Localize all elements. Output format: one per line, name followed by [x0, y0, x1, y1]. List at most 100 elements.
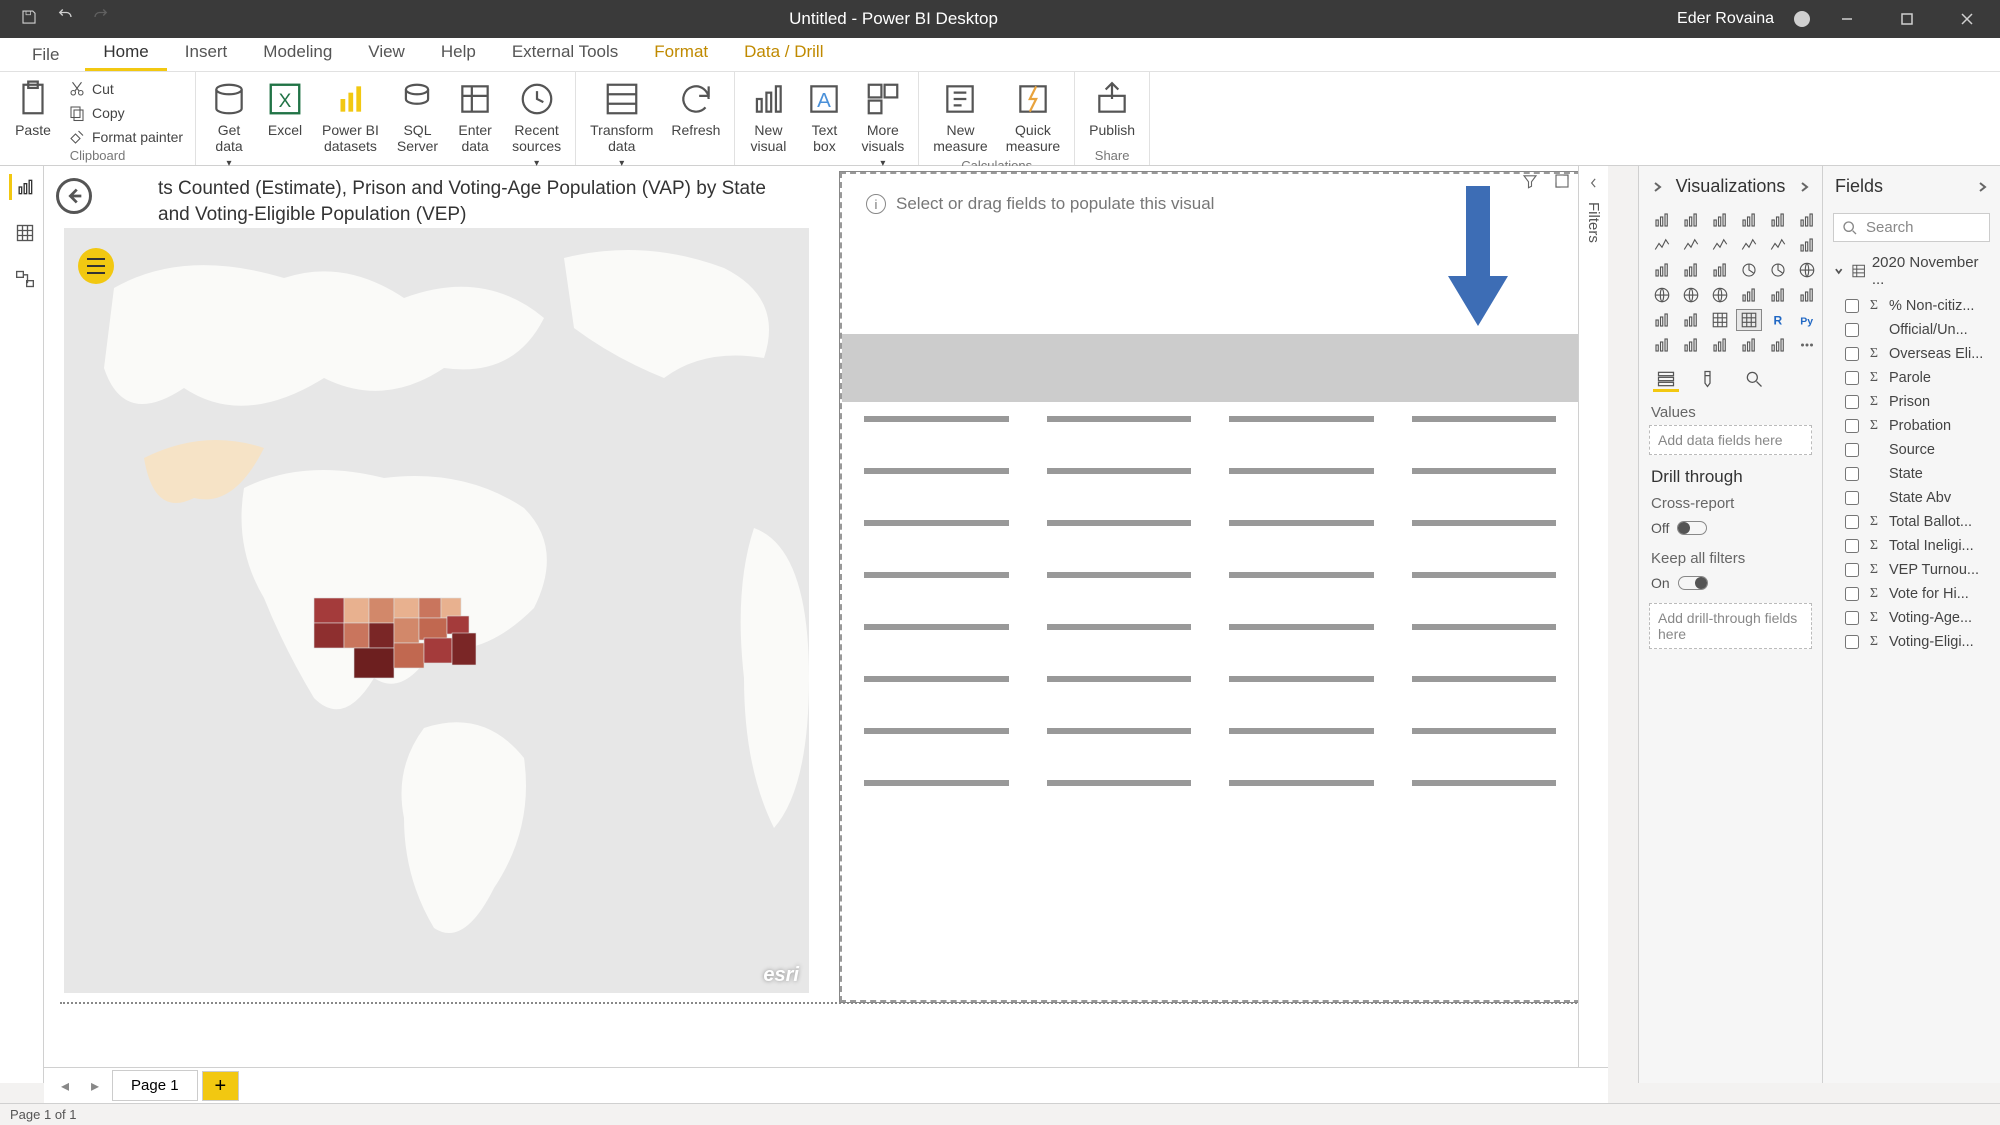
text-box-button[interactable]: AText box [799, 76, 849, 158]
viz-kpi[interactable] [1649, 309, 1675, 331]
filters-pane-collapsed[interactable]: Filters [1578, 166, 1608, 1083]
viz-waterfall[interactable] [1649, 259, 1675, 281]
field-overseas-eli---[interactable]: ΣOverseas Eli... [1823, 342, 2000, 366]
viz-r-visual[interactable]: R [1765, 309, 1791, 331]
viz-stacked-column[interactable] [1678, 209, 1704, 231]
keep-filters-toggle[interactable]: On [1639, 571, 1822, 595]
viz-slicer[interactable] [1678, 309, 1704, 331]
page-tab-1[interactable]: Page 1 [112, 1070, 198, 1101]
filter-icon[interactable] [1520, 172, 1540, 195]
user-name[interactable]: Eder Rovaina [1677, 10, 1774, 28]
format-painter-button[interactable]: Format painter [64, 126, 187, 148]
viz-decomp[interactable] [1678, 334, 1704, 356]
cross-report-toggle[interactable]: Off [1639, 516, 1822, 540]
tab-modeling[interactable]: Modeling [245, 36, 350, 71]
viz-arcgis[interactable] [1765, 334, 1791, 356]
tab-home[interactable]: Home [85, 36, 166, 71]
viz-100-bar[interactable] [1765, 209, 1791, 231]
viz-table[interactable] [1707, 309, 1733, 331]
paste-button[interactable]: Paste [8, 76, 58, 142]
viz-scatter[interactable] [1707, 259, 1733, 281]
page-prev[interactable]: ◂ [52, 1073, 78, 1099]
viz-treemap[interactable] [1794, 259, 1820, 281]
collapse-icon[interactable] [1651, 181, 1663, 193]
tab-view[interactable]: View [350, 36, 423, 71]
close-button[interactable] [1944, 12, 1990, 26]
viz-stacked-area[interactable] [1707, 234, 1733, 256]
tab-help[interactable]: Help [423, 36, 494, 71]
map-options-button[interactable] [78, 248, 114, 284]
viz-funnel[interactable] [1678, 259, 1704, 281]
avatar[interactable] [1794, 11, 1810, 27]
viz-clustered-bar[interactable] [1707, 209, 1733, 231]
field-source[interactable]: Source [1823, 438, 2000, 462]
field-prison[interactable]: ΣPrison [1823, 390, 2000, 414]
fields-search[interactable]: Search [1833, 213, 1990, 242]
tab-external-tools[interactable]: External Tools [494, 36, 636, 71]
enter-data-button[interactable]: Enter data [450, 76, 500, 158]
field-parole[interactable]: ΣParole [1823, 366, 2000, 390]
transform-data-button[interactable]: Transform data▾ [584, 76, 659, 174]
field-vote-for-hi---[interactable]: ΣVote for Hi... [1823, 582, 2000, 606]
model-view-icon[interactable] [9, 266, 35, 292]
excel-button[interactable]: XExcel [260, 76, 310, 142]
field-vep-turnou---[interactable]: ΣVEP Turnou... [1823, 558, 2000, 582]
format-tab-icon[interactable] [1697, 368, 1723, 392]
page-next[interactable]: ▸ [82, 1073, 108, 1099]
field-voting-eligi---[interactable]: ΣVoting-Eligi... [1823, 630, 2000, 654]
fields-tab-icon[interactable] [1653, 368, 1679, 392]
table-node[interactable]: 2020 November ... [1823, 248, 2000, 294]
field-voting-age---[interactable]: ΣVoting-Age... [1823, 606, 2000, 630]
viz-line[interactable] [1649, 234, 1675, 256]
save-icon[interactable] [20, 8, 38, 31]
new-visual-button[interactable]: New visual [743, 76, 793, 158]
viz-more[interactable] [1794, 334, 1820, 356]
values-well[interactable]: Add data fields here [1649, 425, 1812, 455]
report-view-icon[interactable] [9, 174, 35, 200]
viz-stacked-bar[interactable] [1649, 209, 1675, 231]
drill-through-well[interactable]: Add drill-through fields here [1649, 603, 1812, 649]
viz-100-column[interactable] [1794, 209, 1820, 231]
back-button[interactable] [56, 178, 92, 214]
chevron-right-icon[interactable] [1798, 181, 1810, 193]
focus-icon[interactable] [1552, 172, 1572, 195]
field-state-abv[interactable]: State Abv [1823, 486, 2000, 510]
analytics-tab-icon[interactable] [1741, 368, 1767, 392]
viz-area[interactable] [1678, 234, 1704, 256]
undo-icon[interactable] [56, 8, 74, 31]
viz-key-influencer[interactable] [1649, 334, 1675, 356]
tab-data-drill[interactable]: Data / Drill [726, 36, 841, 71]
viz-multi-card[interactable] [1794, 284, 1820, 306]
refresh-button[interactable]: Refresh [665, 76, 726, 142]
tab-insert[interactable]: Insert [167, 36, 246, 71]
file-tab[interactable]: File [14, 39, 77, 71]
minimize-button[interactable] [1824, 12, 1870, 26]
publish-button[interactable]: Publish [1083, 76, 1141, 142]
more-visuals-button[interactable]: More visuals▾ [855, 76, 910, 174]
chevron-right-icon[interactable] [1976, 181, 1988, 193]
add-page-button[interactable]: + [202, 1071, 240, 1101]
quick-measure-button[interactable]: Quick measure [1000, 76, 1066, 158]
field-state[interactable]: State [1823, 462, 2000, 486]
viz-line-col[interactable] [1736, 234, 1762, 256]
redo-icon[interactable] [92, 8, 110, 31]
viz-python-visual[interactable]: Py [1794, 309, 1820, 331]
field---non-citiz---[interactable]: Σ% Non-citiz... [1823, 294, 2000, 318]
tab-format[interactable]: Format [636, 36, 726, 71]
viz-pie[interactable] [1736, 259, 1762, 281]
viz-matrix[interactable] [1736, 309, 1762, 331]
viz-card[interactable] [1765, 284, 1791, 306]
viz-donut[interactable] [1765, 259, 1791, 281]
sql-server-button[interactable]: SQL Server [391, 76, 444, 158]
viz-qna[interactable] [1707, 334, 1733, 356]
pbi-datasets-button[interactable]: Power BI datasets [316, 76, 385, 158]
map-visual[interactable]: esri [64, 228, 809, 993]
data-view-icon[interactable] [9, 220, 35, 246]
copy-button[interactable]: Copy [64, 102, 187, 124]
viz-gauge[interactable] [1736, 284, 1762, 306]
recent-sources-button[interactable]: Recent sources▾ [506, 76, 567, 174]
table-visual[interactable]: i Select or drag fields to populate this… [840, 172, 1580, 1002]
viz-clustered-column[interactable] [1736, 209, 1762, 231]
viz-filled-map[interactable] [1678, 284, 1704, 306]
viz-ribbon[interactable] [1794, 234, 1820, 256]
